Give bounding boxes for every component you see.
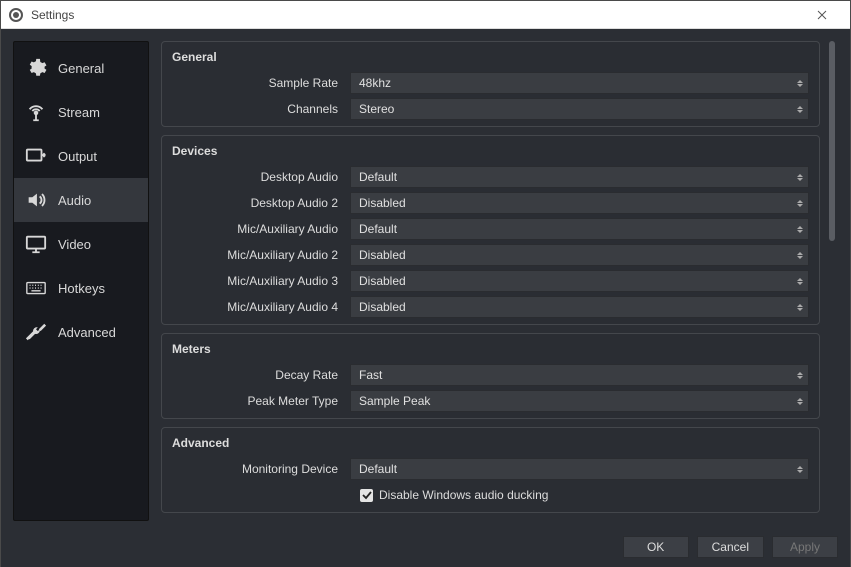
- sidebar: General Stream Output: [13, 41, 149, 521]
- combo-value: Fast: [359, 368, 382, 382]
- sidebar-item-label: General: [58, 61, 104, 76]
- combo-value: Sample Peak: [359, 394, 430, 408]
- settings-panel: General Sample Rate 48khz Channe: [161, 41, 826, 521]
- ok-button[interactable]: OK: [623, 536, 689, 558]
- group-meters: Meters Decay Rate Fast Peak Meter Type S…: [161, 333, 820, 419]
- group-title: General: [162, 42, 819, 70]
- combo-decay-rate[interactable]: Fast: [350, 364, 809, 386]
- check-icon: [362, 490, 372, 500]
- close-icon: [817, 10, 827, 20]
- group-title: Advanced: [162, 428, 819, 456]
- combo-mic-aux[interactable]: Default: [350, 218, 809, 240]
- spinner-icon: [794, 168, 806, 186]
- sidebar-item-general[interactable]: General: [14, 46, 148, 90]
- scrollbar[interactable]: [826, 41, 838, 521]
- tools-icon: [24, 320, 48, 344]
- combo-value: Disabled: [359, 196, 406, 210]
- spinner-icon: [794, 298, 806, 316]
- combo-monitoring-device[interactable]: Default: [350, 458, 809, 480]
- combo-value: Disabled: [359, 274, 406, 288]
- label-peak-meter-type: Peak Meter Type: [172, 394, 342, 408]
- antenna-icon: [24, 100, 48, 124]
- spinner-icon: [794, 246, 806, 264]
- combo-value: Default: [359, 462, 397, 476]
- spinner-icon: [794, 272, 806, 290]
- label-monitoring-device: Monitoring Device: [172, 462, 342, 476]
- sidebar-item-output[interactable]: Output: [14, 134, 148, 178]
- titlebar: Settings: [1, 1, 850, 29]
- group-devices: Devices Desktop Audio Default Desktop Au…: [161, 135, 820, 325]
- spinner-icon: [794, 220, 806, 238]
- spinner-icon: [794, 100, 806, 118]
- settings-window: Settings General Stream: [0, 0, 851, 567]
- group-title: Devices: [162, 136, 819, 164]
- window-title: Settings: [31, 8, 74, 22]
- sidebar-item-label: Stream: [58, 105, 100, 120]
- sidebar-item-label: Audio: [58, 193, 91, 208]
- checkbox-disable-ducking[interactable]: [360, 489, 373, 502]
- checkbox-label: Disable Windows audio ducking: [379, 488, 548, 502]
- combo-value: Default: [359, 170, 397, 184]
- label-mic-aux-2: Mic/Auxiliary Audio 2: [172, 248, 342, 262]
- spinner-icon: [794, 194, 806, 212]
- combo-peak-meter-type[interactable]: Sample Peak: [350, 390, 809, 412]
- group-advanced: Advanced Monitoring Device Default Disab…: [161, 427, 820, 513]
- label-mic-aux-3: Mic/Auxiliary Audio 3: [172, 274, 342, 288]
- sidebar-item-label: Advanced: [58, 325, 116, 340]
- label-mic-aux-4: Mic/Auxiliary Audio 4: [172, 300, 342, 314]
- apply-button[interactable]: Apply: [772, 536, 838, 558]
- label-channels: Channels: [172, 102, 342, 116]
- label-decay-rate: Decay Rate: [172, 368, 342, 382]
- gear-icon: [24, 56, 48, 80]
- spinner-icon: [794, 74, 806, 92]
- close-button[interactable]: [802, 1, 842, 29]
- keyboard-icon: [24, 276, 48, 300]
- sidebar-item-hotkeys[interactable]: Hotkeys: [14, 266, 148, 310]
- sidebar-item-audio[interactable]: Audio: [14, 178, 148, 222]
- combo-mic-aux-2[interactable]: Disabled: [350, 244, 809, 266]
- combo-desktop-audio[interactable]: Default: [350, 166, 809, 188]
- sidebar-item-label: Video: [58, 237, 91, 252]
- label-desktop-audio-2: Desktop Audio 2: [172, 196, 342, 210]
- sidebar-item-video[interactable]: Video: [14, 222, 148, 266]
- combo-mic-aux-3[interactable]: Disabled: [350, 270, 809, 292]
- group-title: Meters: [162, 334, 819, 362]
- combo-desktop-audio-2[interactable]: Disabled: [350, 192, 809, 214]
- combo-value: Stereo: [359, 102, 394, 116]
- label-mic-aux: Mic/Auxiliary Audio: [172, 222, 342, 236]
- combo-value: 48khz: [359, 76, 391, 90]
- sidebar-item-advanced[interactable]: Advanced: [14, 310, 148, 354]
- dialog-footer: OK Cancel Apply: [1, 533, 850, 567]
- output-icon: [24, 144, 48, 168]
- monitor-icon: [24, 232, 48, 256]
- combo-mic-aux-4[interactable]: Disabled: [350, 296, 809, 318]
- sidebar-item-label: Hotkeys: [58, 281, 105, 296]
- sidebar-item-stream[interactable]: Stream: [14, 90, 148, 134]
- sidebar-item-label: Output: [58, 149, 97, 164]
- group-general: General Sample Rate 48khz Channe: [161, 41, 820, 127]
- combo-value: Disabled: [359, 248, 406, 262]
- spinner-icon: [794, 392, 806, 410]
- combo-sample-rate[interactable]: 48khz: [350, 72, 809, 94]
- spinner-icon: [794, 366, 806, 384]
- scrollbar-thumb[interactable]: [829, 41, 835, 241]
- speaker-icon: [24, 188, 48, 212]
- label-desktop-audio: Desktop Audio: [172, 170, 342, 184]
- combo-value: Disabled: [359, 300, 406, 314]
- app-icon: [9, 8, 23, 22]
- cancel-button[interactable]: Cancel: [697, 536, 764, 558]
- combo-value: Default: [359, 222, 397, 236]
- label-sample-rate: Sample Rate: [172, 76, 342, 90]
- combo-channels[interactable]: Stereo: [350, 98, 809, 120]
- spinner-icon: [794, 460, 806, 478]
